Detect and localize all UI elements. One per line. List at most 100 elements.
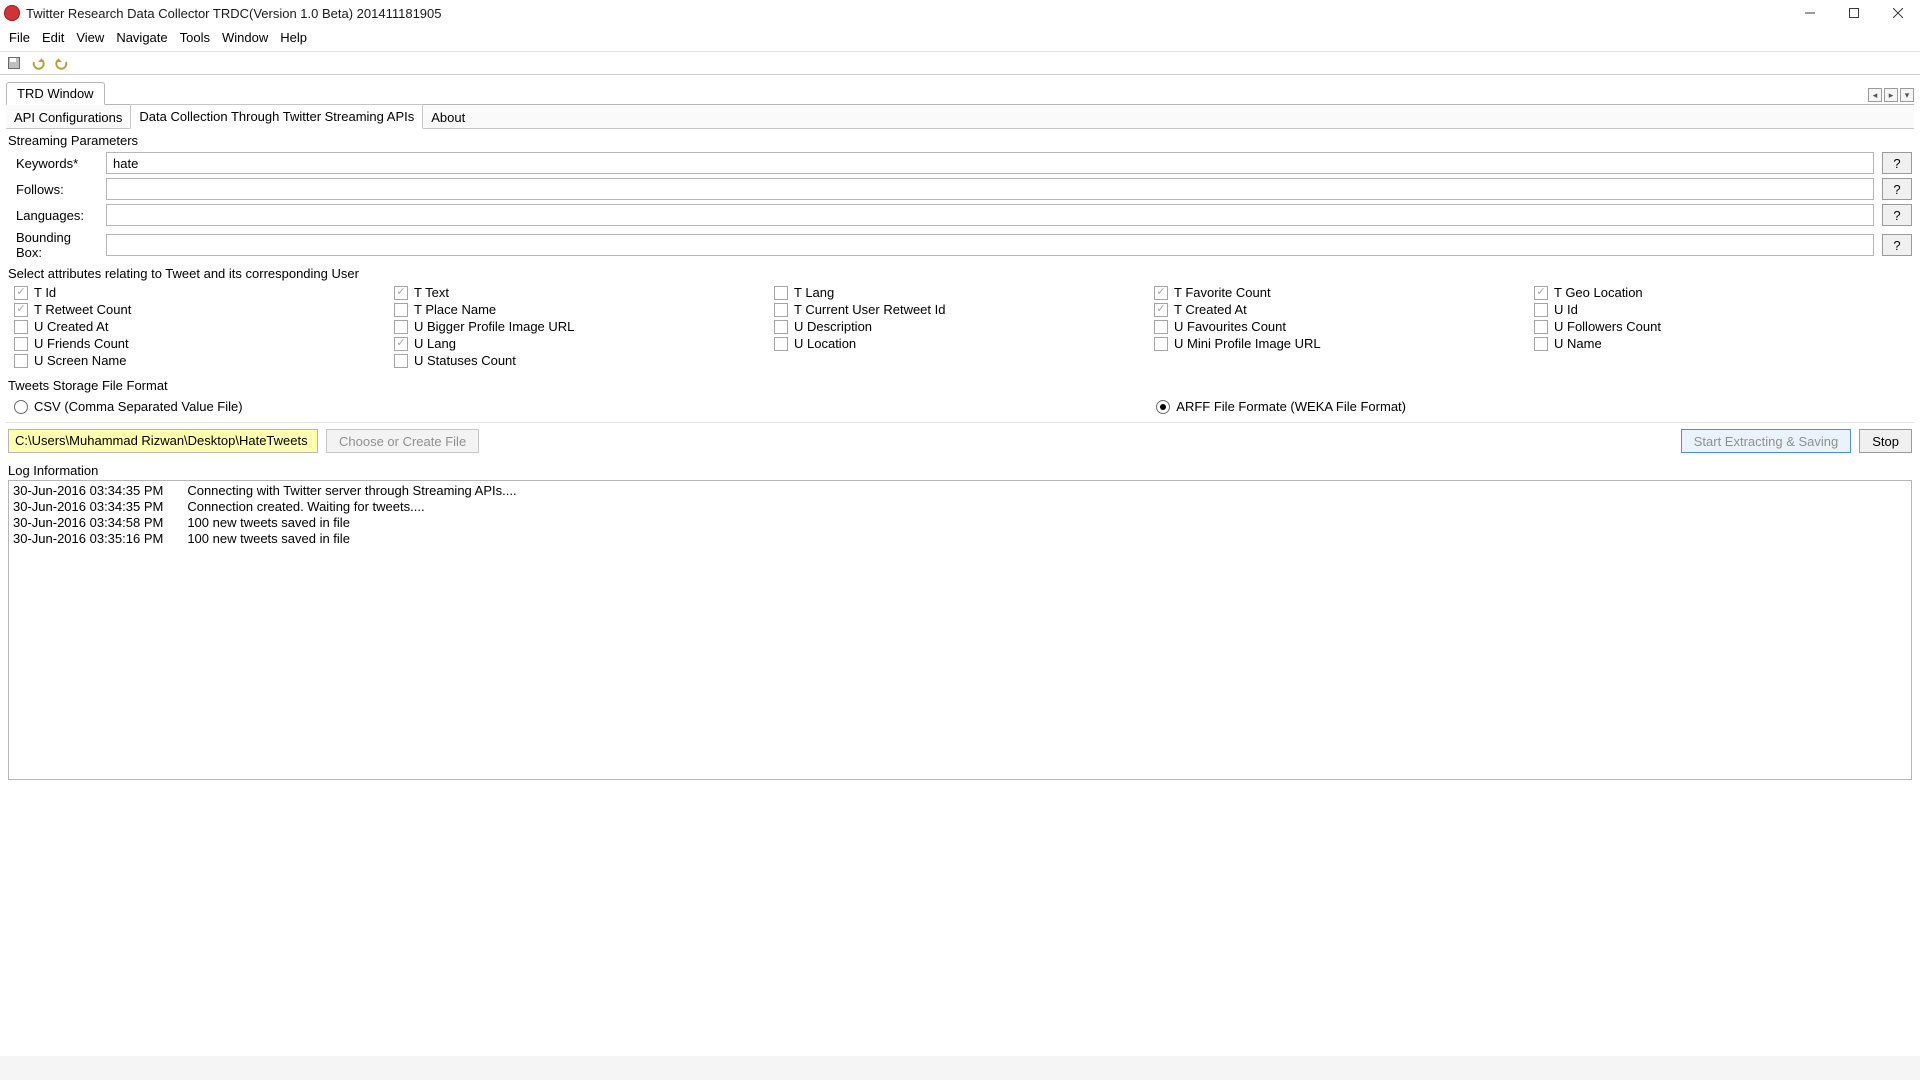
undo-icon[interactable] <box>28 53 48 73</box>
chk-label: U Bigger Profile Image URL <box>414 319 574 334</box>
chk-t-geo[interactable]: T Geo Location <box>1534 285 1906 300</box>
checkbox-icon <box>1534 286 1548 300</box>
checkbox-icon <box>1154 337 1168 351</box>
radio-label: CSV (Comma Separated Value File) <box>34 399 243 414</box>
chk-label: U Favourites Count <box>1174 319 1286 334</box>
start-extract-button[interactable]: Start Extracting & Saving <box>1681 429 1852 453</box>
chk-u-desc[interactable]: U Description <box>774 319 1146 334</box>
checkbox-icon <box>1154 320 1168 334</box>
maximize-button[interactable] <box>1832 0 1876 26</box>
checkbox-icon <box>14 303 28 317</box>
chk-label: T Favorite Count <box>1174 285 1271 300</box>
choose-file-button[interactable]: Choose or Create File <box>326 429 479 453</box>
chk-u-loc[interactable]: U Location <box>774 336 1146 351</box>
follows-label: Follows: <box>8 182 98 197</box>
menu-help[interactable]: Help <box>275 28 312 47</box>
bbox-input[interactable] <box>106 234 1874 256</box>
checkbox-icon <box>394 354 408 368</box>
chk-t-place[interactable]: T Place Name <box>394 302 766 317</box>
workspace: TRD Window ◂ ▸ ▾ API Configurations Data… <box>0 75 1920 788</box>
tab-scroll-right-icon[interactable]: ▸ <box>1884 88 1898 102</box>
checkbox-icon <box>394 286 408 300</box>
minimize-button[interactable] <box>1788 0 1832 26</box>
chk-u-favcnt[interactable]: U Favourites Count <box>1154 319 1526 334</box>
menu-file[interactable]: File <box>4 28 35 47</box>
chk-u-status[interactable]: U Statuses Count <box>394 353 766 368</box>
chk-label: U Location <box>794 336 856 351</box>
chk-u-id[interactable]: U Id <box>1534 302 1906 317</box>
chk-t-created[interactable]: T Created At <box>1154 302 1526 317</box>
chk-label: U Statuses Count <box>414 353 516 368</box>
close-button[interactable] <box>1876 0 1920 26</box>
chk-u-miniimg[interactable]: U Mini Profile Image URL <box>1154 336 1526 351</box>
keywords-input[interactable] <box>106 152 1874 174</box>
tab-data-collection[interactable]: Data Collection Through Twitter Streamin… <box>130 104 423 129</box>
follows-input[interactable] <box>106 178 1874 200</box>
chk-label: T Lang <box>794 285 834 300</box>
redo-icon[interactable] <box>52 53 72 73</box>
chk-t-lang[interactable]: T Lang <box>774 285 1146 300</box>
radio-arff[interactable]: ARFF File Formate (WEKA File Format) <box>1156 399 1406 414</box>
chk-t-cur-urt[interactable]: T Current User Retweet Id <box>774 302 1146 317</box>
menu-window[interactable]: Window <box>217 28 273 47</box>
tab-menu-icon[interactable]: ▾ <box>1900 88 1914 102</box>
streaming-section-label: Streaming Parameters <box>6 129 1914 150</box>
chk-label: T Current User Retweet Id <box>794 302 945 317</box>
chk-label: U Friends Count <box>34 336 129 351</box>
tab-trd-window[interactable]: TRD Window <box>6 82 105 105</box>
title-bar: Twitter Research Data Collector TRDC(Ver… <box>0 0 1920 26</box>
log-row: 30-Jun-2016 03:34:35 PM Connection creat… <box>13 499 1907 515</box>
checkbox-icon <box>394 337 408 351</box>
chk-t-fav[interactable]: T Favorite Count <box>1154 285 1526 300</box>
chk-t-text[interactable]: T Text <box>394 285 766 300</box>
checkbox-icon <box>14 286 28 300</box>
storage-radios: CSV (Comma Separated Value File) ARFF Fi… <box>6 395 1914 422</box>
menu-tools[interactable]: Tools <box>175 28 215 47</box>
checkbox-icon <box>774 320 788 334</box>
chk-u-screen[interactable]: U Screen Name <box>14 353 386 368</box>
tab-scroll-left-icon[interactable]: ◂ <box>1868 88 1882 102</box>
checkbox-icon <box>1534 303 1548 317</box>
follows-help-button[interactable]: ? <box>1882 178 1912 200</box>
save-icon[interactable] <box>4 53 24 73</box>
chk-u-created[interactable]: U Created At <box>14 319 386 334</box>
chk-u-friends[interactable]: U Friends Count <box>14 336 386 351</box>
log-message: 100 new tweets saved in file <box>187 531 350 547</box>
tab-about[interactable]: About <box>423 106 473 129</box>
checkbox-icon <box>1534 337 1548 351</box>
checkbox-icon <box>394 320 408 334</box>
chk-label: T Created At <box>1174 302 1247 317</box>
chk-label: T Geo Location <box>1554 285 1643 300</box>
keywords-help-button[interactable]: ? <box>1882 152 1912 174</box>
checkbox-icon <box>1154 286 1168 300</box>
radio-csv[interactable]: CSV (Comma Separated Value File) <box>14 399 243 414</box>
menu-bar: File Edit View Navigate Tools Window Hel… <box>0 26 1920 51</box>
chk-label: U Lang <box>414 336 456 351</box>
log-area[interactable]: 30-Jun-2016 03:34:35 PM Connecting with … <box>8 480 1912 780</box>
stop-button[interactable]: Stop <box>1859 429 1912 453</box>
chk-label: U Screen Name <box>34 353 126 368</box>
menu-navigate[interactable]: Navigate <box>111 28 172 47</box>
tab-api-config[interactable]: API Configurations <box>6 106 130 129</box>
window-title: Twitter Research Data Collector TRDC(Ver… <box>26 6 442 21</box>
languages-help-button[interactable]: ? <box>1882 204 1912 226</box>
menu-view[interactable]: View <box>71 28 109 47</box>
bbox-help-button[interactable]: ? <box>1882 234 1912 256</box>
menu-edit[interactable]: Edit <box>37 28 69 47</box>
chk-u-name[interactable]: U Name <box>1534 336 1906 351</box>
checkbox-icon <box>774 337 788 351</box>
chk-u-bigimg[interactable]: U Bigger Profile Image URL <box>394 319 766 334</box>
toolbar <box>0 51 1920 75</box>
window-buttons <box>1788 0 1920 26</box>
log-message: Connecting with Twitter server through S… <box>187 483 516 499</box>
chk-label: U Id <box>1554 302 1578 317</box>
log-row: 30-Jun-2016 03:34:35 PM Connecting with … <box>13 483 1907 499</box>
chk-label: T Id <box>34 285 56 300</box>
checkbox-icon <box>774 303 788 317</box>
chk-u-foll[interactable]: U Followers Count <box>1534 319 1906 334</box>
chk-t-rt[interactable]: T Retweet Count <box>14 302 386 317</box>
app-icon <box>4 5 20 21</box>
chk-u-lang[interactable]: U Lang <box>394 336 766 351</box>
languages-input[interactable] <box>106 204 1874 226</box>
chk-t-id[interactable]: T Id <box>14 285 386 300</box>
